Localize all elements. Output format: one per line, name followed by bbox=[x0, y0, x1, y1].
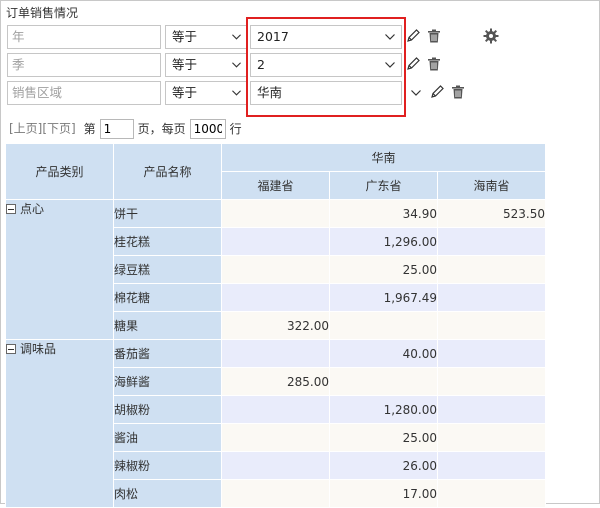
value-cell bbox=[221, 255, 330, 284]
filter-operator-quarter[interactable]: 等于 bbox=[165, 53, 247, 77]
collapse-icon[interactable] bbox=[6, 344, 16, 354]
product-cell: 饼干 bbox=[113, 199, 222, 228]
filter-operator-region[interactable]: 等于 bbox=[165, 81, 247, 105]
value-cell: 40.00 bbox=[329, 339, 438, 368]
pager: [上页][下页] 第 页，每页 行 bbox=[9, 119, 246, 139]
chevron-down-icon bbox=[385, 34, 395, 40]
value-cell bbox=[437, 367, 546, 396]
header-region: 华南 bbox=[221, 143, 546, 172]
product-cell: 肉松 bbox=[113, 479, 222, 508]
filter-operator-label: 等于 bbox=[172, 57, 198, 72]
value-cell bbox=[329, 311, 438, 340]
value-cell bbox=[437, 423, 546, 452]
next-page-link[interactable]: [下页] bbox=[42, 122, 75, 136]
delete-icon[interactable] bbox=[426, 56, 442, 72]
category-label: 调味品 bbox=[20, 342, 57, 356]
rows-suffix-label: 行 bbox=[229, 121, 242, 136]
delete-icon[interactable] bbox=[450, 84, 466, 100]
value-cell: 25.00 bbox=[329, 255, 438, 284]
filter-value-quarter[interactable]: 2 bbox=[250, 53, 402, 77]
value-cell bbox=[221, 451, 330, 480]
filter-value-year[interactable]: 2017 bbox=[250, 25, 402, 49]
value-cell bbox=[221, 395, 330, 424]
value-cell bbox=[437, 479, 546, 508]
chevron-down-icon[interactable] bbox=[411, 90, 421, 96]
value-cell bbox=[329, 367, 438, 396]
chevron-down-icon bbox=[232, 34, 241, 40]
filter-operator-label: 等于 bbox=[172, 29, 198, 44]
page-prefix-label: 第 bbox=[83, 121, 96, 136]
chevron-down-icon bbox=[232, 62, 241, 68]
value-cell bbox=[221, 199, 330, 228]
page-number-input[interactable] bbox=[99, 119, 134, 139]
filter-field-quarter[interactable]: 季 bbox=[7, 53, 161, 77]
product-cell: 番茄酱 bbox=[113, 339, 222, 368]
filter-field-year[interactable]: 年 bbox=[7, 25, 161, 49]
filter-value-region[interactable]: 华南 bbox=[250, 81, 402, 105]
header-category: 产品类别 bbox=[5, 143, 114, 200]
settings-gear-icon[interactable] bbox=[483, 28, 499, 44]
value-cell bbox=[221, 227, 330, 256]
product-cell: 桂花糕 bbox=[113, 227, 222, 256]
filter-field-region[interactable]: 销售区域 bbox=[7, 81, 161, 105]
product-cell: 海鲜酱 bbox=[113, 367, 222, 396]
chevron-down-icon bbox=[385, 62, 395, 68]
category-label: 点心 bbox=[20, 202, 45, 216]
header-product: 产品名称 bbox=[113, 143, 222, 200]
prev-page-link[interactable]: [上页] bbox=[9, 122, 42, 136]
collapse-icon[interactable] bbox=[6, 204, 16, 214]
value-cell: 26.00 bbox=[329, 451, 438, 480]
value-cell: 34.90 bbox=[329, 199, 438, 228]
edit-icon[interactable] bbox=[405, 56, 421, 72]
value-cell: 1,280.00 bbox=[329, 395, 438, 424]
header-province: 福建省 bbox=[221, 171, 330, 200]
edit-icon[interactable] bbox=[429, 84, 445, 100]
product-cell: 棉花糖 bbox=[113, 283, 222, 312]
value-cell bbox=[221, 423, 330, 452]
value-cell: 1,296.00 bbox=[329, 227, 438, 256]
edit-icon[interactable] bbox=[405, 28, 421, 44]
value-cell bbox=[437, 395, 546, 424]
delete-icon[interactable] bbox=[426, 28, 442, 44]
value-cell: 285.00 bbox=[221, 367, 330, 396]
filter-value-label: 2 bbox=[257, 57, 265, 72]
filter-operator-label: 等于 bbox=[172, 85, 198, 100]
header-province: 广东省 bbox=[329, 171, 438, 200]
value-cell: 523.50 bbox=[437, 199, 546, 228]
chevron-down-icon bbox=[232, 90, 241, 96]
report-title: 订单销售情况 bbox=[6, 6, 79, 20]
product-cell: 辣椒粉 bbox=[113, 451, 222, 480]
value-cell bbox=[437, 255, 546, 284]
product-cell: 胡椒粉 bbox=[113, 395, 222, 424]
page-suffix-label: 页，每页 bbox=[137, 121, 186, 136]
filter-value-label: 2017 bbox=[257, 29, 289, 44]
header-province: 海南省 bbox=[437, 171, 546, 200]
value-cell: 322.00 bbox=[221, 311, 330, 340]
value-cell bbox=[437, 339, 546, 368]
value-cell bbox=[221, 283, 330, 312]
value-cell bbox=[221, 339, 330, 368]
rows-per-page-input[interactable] bbox=[189, 119, 226, 139]
value-cell: 25.00 bbox=[329, 423, 438, 452]
value-cell bbox=[437, 283, 546, 312]
category-cell[interactable]: 调味品 bbox=[5, 339, 114, 508]
category-cell[interactable]: 点心 bbox=[5, 199, 114, 340]
value-cell bbox=[221, 479, 330, 508]
product-cell: 酱油 bbox=[113, 423, 222, 452]
value-cell: 17.00 bbox=[329, 479, 438, 508]
filter-operator-year[interactable]: 等于 bbox=[165, 25, 247, 49]
value-cell bbox=[437, 227, 546, 256]
sales-table: 产品类别 产品名称 华南 福建省 广东省 海南省 点心 饼干 34.90 523… bbox=[5, 143, 546, 508]
value-cell: 1,967.49 bbox=[329, 283, 438, 312]
product-cell: 糖果 bbox=[113, 311, 222, 340]
value-cell bbox=[437, 451, 546, 480]
value-cell bbox=[437, 311, 546, 340]
filter-value-label: 华南 bbox=[257, 85, 283, 100]
product-cell: 绿豆糕 bbox=[113, 255, 222, 284]
